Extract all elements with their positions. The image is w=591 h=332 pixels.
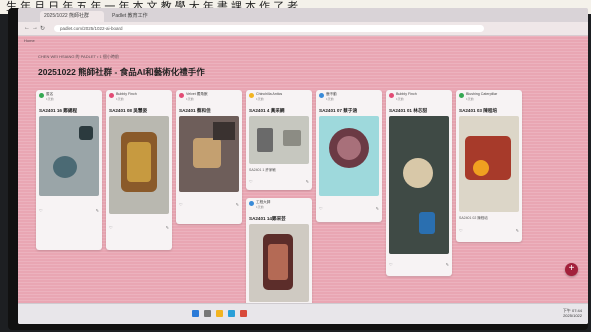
padlet-board: Home CHEN WEI HSIANG 的 PADLET • 1 個小時前 2…: [18, 36, 588, 306]
post-caption: SA2401 02 陳程培: [459, 216, 488, 220]
reload-icon[interactable]: ↻: [40, 25, 45, 32]
post-card-4[interactable]: Chinchilla Antics 1天前 SA2401 4 黃采鋼 SA240…: [246, 90, 312, 190]
post-title: SA2401 蔡和佳: [179, 108, 211, 113]
comment-icon[interactable]: ✎: [446, 262, 449, 267]
heart-icon[interactable]: ♡: [319, 206, 323, 211]
avatar: [109, 93, 114, 98]
post-caption: SA2401 1 許家敏: [249, 168, 276, 172]
avatar: [249, 201, 254, 206]
heart-icon[interactable]: ♡: [249, 179, 253, 184]
post-card-6[interactable]: Bubbly Finch 1天前 SA2401 01 林芯甜 ♡ ✎: [386, 90, 452, 276]
post-time: 1天前: [466, 97, 474, 101]
post-card-5[interactable]: 鹿不動 1天前 SA2401 07 蔡于涵 ♡ ✎: [316, 90, 382, 222]
app-icon[interactable]: [240, 310, 247, 317]
home-link[interactable]: Home: [24, 38, 35, 43]
post-card-3[interactable]: Velvet 獨角獸 1天前 SA2401 蔡和佳 ♡ ✎: [176, 90, 242, 224]
clock-date: 2025/1022: [563, 313, 582, 318]
heart-icon[interactable]: ♡: [459, 228, 463, 233]
back-arrow-icon[interactable]: ←: [24, 25, 30, 31]
avatar: [389, 93, 394, 98]
post-footer: ♡ ✎: [179, 202, 239, 210]
tab-padlet[interactable]: Padlet 教育工作: [108, 11, 172, 22]
post-footer: ♡ ✎: [39, 208, 99, 216]
post-footer: ♡ ✎: [389, 262, 449, 270]
comment-icon[interactable]: ✎: [306, 179, 309, 184]
url-field[interactable]: padlet.com/2025/1022-ai-board: [54, 25, 484, 32]
heart-icon[interactable]: ♡: [109, 225, 113, 230]
post-author: Bubbly Finch: [396, 92, 417, 96]
post-title: SA2401 07 蔡于涵: [319, 108, 358, 113]
post-author: Chinchilla Antics: [256, 92, 283, 96]
browser-screen: 2025/1022 熊師社群 Padlet 教育工作 ← → ↻ padlet.…: [18, 8, 588, 324]
post-footer: ♡ ✎: [249, 179, 309, 187]
post-card-1[interactable]: 匿名 1天前 SA2401 16 鄭錫程 ♡ ✎: [36, 90, 102, 250]
post-photo[interactable]: [249, 224, 309, 302]
avatar: [39, 93, 44, 98]
taskbar: 下午 07:44 2025/1022: [18, 303, 588, 324]
avatar: [179, 93, 184, 98]
post-time: 1天前: [326, 97, 334, 101]
post-time: 1天前: [116, 97, 124, 101]
post-title: SA2401 08 吳慧姿: [109, 108, 148, 113]
folder-icon[interactable]: [216, 310, 223, 317]
post-photo[interactable]: [389, 116, 449, 254]
search-icon[interactable]: [204, 310, 211, 317]
start-icon[interactable]: [192, 310, 199, 317]
heart-icon[interactable]: ♡: [39, 208, 43, 213]
avatar: [249, 93, 254, 98]
avatar: [319, 93, 324, 98]
post-card-extra[interactable]: 工程大師 1天前 SA2401 14鄭采芸: [246, 198, 312, 306]
post-author: Bubbly Finch: [116, 92, 137, 96]
post-time: 1天前: [256, 205, 264, 209]
post-photo[interactable]: [459, 116, 519, 212]
avatar: [459, 93, 464, 98]
post-footer: ♡ ✎: [459, 228, 519, 236]
post-photo[interactable]: [109, 116, 169, 214]
browser-icon[interactable]: [228, 310, 235, 317]
post-author: Blushing Caterpillar: [466, 92, 498, 96]
comment-icon[interactable]: ✎: [516, 228, 519, 233]
heart-icon[interactable]: ♡: [179, 202, 183, 207]
comment-icon[interactable]: ✎: [96, 208, 99, 213]
post-footer: ♡ ✎: [109, 225, 169, 233]
post-time: 1天前: [256, 97, 264, 101]
tab-bar: 2025/1022 熊師社群 Padlet 教育工作: [18, 8, 588, 22]
post-photo[interactable]: [39, 116, 99, 196]
comment-icon[interactable]: ✎: [166, 225, 169, 230]
post-footer: ♡ ✎: [319, 206, 379, 214]
comment-icon[interactable]: ✎: [236, 202, 239, 207]
heart-icon[interactable]: ♡: [389, 262, 393, 267]
breadcrumb: CHEN WEI HSIANG 的 PADLET • 1 個小時前: [38, 54, 119, 59]
post-title: SA2401 16 鄭錫程: [39, 108, 78, 113]
comment-icon[interactable]: ✎: [376, 206, 379, 211]
post-photo[interactable]: [179, 116, 239, 192]
post-title: SA2401 14鄭采芸: [249, 216, 286, 221]
add-post-button[interactable]: +: [565, 263, 578, 276]
post-card-2[interactable]: Bubbly Finch 1天前 SA2401 08 吳慧姿 ♡ ✎: [106, 90, 172, 250]
post-photo[interactable]: [249, 116, 309, 164]
post-title: SA2401 4 黃采鋼: [249, 108, 285, 113]
post-title: SA2401 01 林芯甜: [389, 108, 428, 113]
board-title: 20251022 熊師社群 - 食品AI和藝術化禮手作: [38, 67, 205, 77]
post-card-7[interactable]: Blushing Caterpillar 1天前 SA2401 03 陳程培 S…: [456, 90, 522, 242]
taskbar-clock: 下午 07:44 2025/1022: [563, 308, 582, 318]
post-time: 1天前: [396, 97, 404, 101]
post-time: 1天前: [46, 97, 54, 101]
address-bar: ← → ↻ padlet.com/2025/1022-ai-board: [18, 22, 588, 36]
post-title: SA2401 03 陳程培: [459, 108, 498, 113]
post-time: 1天前: [186, 97, 194, 101]
forward-arrow-icon[interactable]: →: [32, 25, 38, 31]
tab-board[interactable]: 2025/1022 熊師社群: [40, 11, 104, 22]
post-photo[interactable]: [319, 116, 379, 196]
